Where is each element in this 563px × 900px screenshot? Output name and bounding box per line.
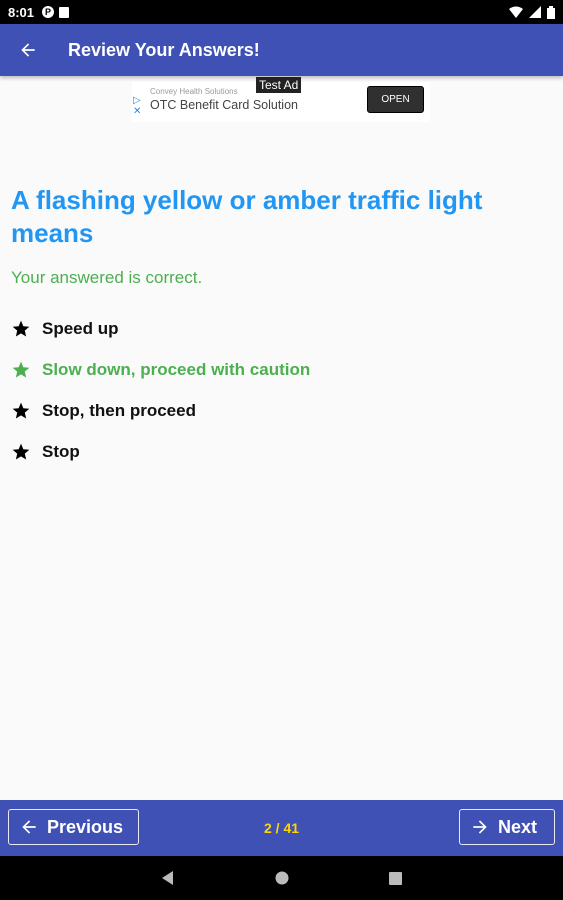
ad-sponsor: Convey Health Solutions: [150, 87, 238, 96]
system-nav-bar: [0, 856, 563, 900]
sd-card-icon: [59, 6, 70, 18]
arrow-back-icon: [22, 820, 36, 834]
status-bar: 8:01 P: [0, 0, 563, 24]
next-label: Next: [498, 816, 538, 837]
notification-p-icon: P: [42, 6, 55, 18]
option-item: Stop, then proceed: [11, 390, 310, 431]
ad-banner[interactable]: Test Ad ▷ ✕ Convey Health Solutions OTC B…: [132, 77, 430, 122]
option-label: Slow down, proceed with caution: [42, 359, 311, 379]
arrow-forward-icon: [473, 820, 487, 834]
ad-choices-icon[interactable]: ▷ ✕: [133, 95, 141, 117]
answer-options: Speed up Slow down, proceed with caution…: [11, 308, 310, 472]
ad-test-label: Test Ad: [256, 77, 302, 93]
previous-label: Previous: [47, 816, 124, 837]
star-icon: [12, 402, 30, 418]
bottom-nav-bar: 2 / 41 Previous Next: [0, 800, 563, 856]
nav-home-icon[interactable]: [275, 871, 289, 885]
wifi-icon: [509, 6, 523, 18]
ad-open-button[interactable]: OPEN: [367, 86, 424, 113]
star-icon: [12, 361, 30, 377]
option-label: Stop, then proceed: [42, 400, 196, 420]
previous-button[interactable]: Previous: [8, 809, 139, 845]
nav-back-icon[interactable]: [161, 871, 175, 885]
star-icon: [12, 443, 30, 459]
page-title: Review Your Answers!: [68, 39, 260, 60]
back-button[interactable]: [2, 24, 54, 76]
option-item: Speed up: [11, 308, 310, 349]
option-item: Stop: [11, 431, 310, 472]
nav-recents-icon[interactable]: [389, 871, 402, 885]
option-label: Speed up: [42, 318, 119, 338]
question-text: A flashing yellow or amber traffic light…: [11, 185, 483, 248]
status-time: 8:01: [8, 4, 35, 20]
app-bar: Review Your Answers!: [0, 24, 563, 76]
battery-icon: [547, 5, 555, 19]
answer-feedback: Your answered is correct.: [11, 268, 203, 287]
arrow-back-icon: [21, 43, 35, 57]
option-label: Stop: [42, 441, 80, 461]
option-item-correct: Slow down, proceed with caution: [11, 349, 310, 390]
next-button[interactable]: Next: [459, 809, 555, 845]
signal-icon: [529, 6, 541, 18]
star-icon: [12, 320, 30, 336]
ad-headline: OTC Benefit Card Solution: [150, 98, 298, 112]
